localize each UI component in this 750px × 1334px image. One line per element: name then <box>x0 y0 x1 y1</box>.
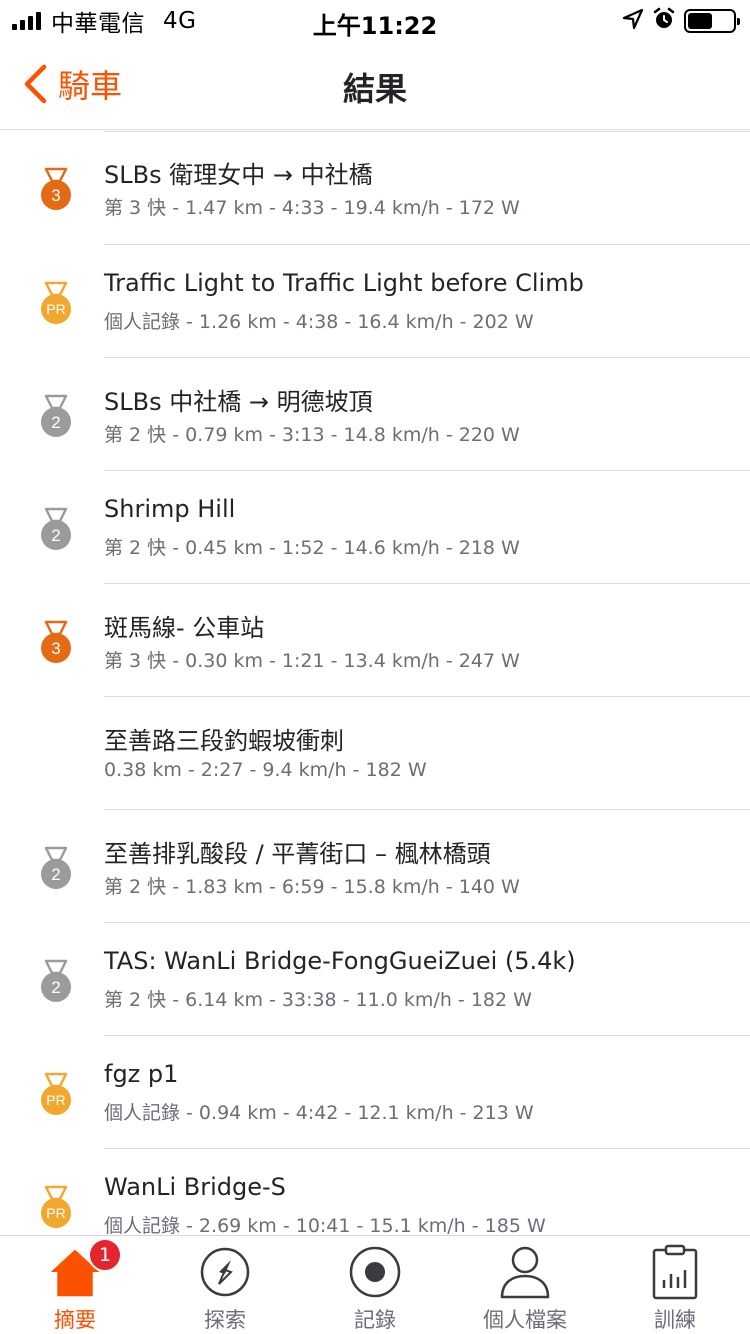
segment-row[interactable]: 2 至善排乳酸段 / 平菁街口 – 楓林橋頭第 2 快 - 1.83 km - 6… <box>0 810 750 923</box>
tab-label: 探索 <box>204 1308 246 1332</box>
segment-stats: 第 2 快 - 0.79 km - 3:13 - 14.8 km/h - 220… <box>104 424 520 446</box>
tab-label: 個人檔案 <box>483 1308 567 1332</box>
gold-medal-icon: PR <box>38 281 74 325</box>
svg-text:2: 2 <box>51 865 60 884</box>
segment-title: 斑馬線- 公車站 <box>104 614 265 642</box>
segment-stats: 第 2 快 - 1.83 km - 6:59 - 15.8 km/h - 140… <box>104 876 520 898</box>
segment-stats: 第 3 快 - 0.30 km - 1:21 - 13.4 km/h - 247… <box>104 650 520 672</box>
silver-medal-icon: 2 <box>38 846 74 890</box>
svg-text:3: 3 <box>51 639 60 658</box>
segment-stats: 第 2 快 - 0.45 km - 1:52 - 14.6 km/h - 218… <box>104 537 520 559</box>
training-icon <box>647 1244 703 1300</box>
segment-stats: 個人記錄 - 2.69 km - 10:41 - 15.1 km/h - 185… <box>104 1215 546 1235</box>
profile-icon <box>497 1244 553 1300</box>
segment-stats: 第 3 快 - 1.47 km - 4:33 - 19.4 km/h - 172… <box>104 197 520 219</box>
tab-profile[interactable]: 個人檔案 <box>450 1236 600 1334</box>
segment-title: SLBs 衛理女中 → 中社橋 <box>104 161 373 189</box>
divider <box>104 131 750 132</box>
gold-medal-icon: PR <box>38 1072 74 1116</box>
svg-text:PR: PR <box>46 301 65 317</box>
segment-stats: 個人記錄 - 0.94 km - 4:42 - 12.1 km/h - 213 … <box>104 1102 534 1124</box>
gold-medal-icon: PR <box>38 1185 74 1229</box>
notification-badge: 1 <box>88 1238 122 1272</box>
segment-title: fgz p1 <box>104 1060 179 1088</box>
segment-stats: 個人記錄 - 1.26 km - 4:38 - 16.4 km/h - 202 … <box>104 311 534 333</box>
segment-title: Shrimp Hill <box>104 495 236 523</box>
tab-bar: 1 摘要 探索 記錄 個人檔案 訓練 <box>0 1235 750 1334</box>
page-title: 結果 <box>342 70 407 108</box>
tab-label: 記錄 <box>354 1308 396 1332</box>
segment-row[interactable]: 2 TAS: WanLi Bridge-FongGueiZuei (5.4k) 第 … <box>0 923 750 1036</box>
svg-text:2: 2 <box>51 978 60 997</box>
silver-medal-icon: 2 <box>38 507 74 551</box>
segment-title: 至善路三段釣蝦坡衝刺 <box>104 727 344 755</box>
segment-results-list: 3 SLBs 衛理女中 → 中社橋第 3 快 - 1.47 km - 4:33 -… <box>0 131 750 1235</box>
tab-label: 摘要 <box>54 1308 96 1332</box>
segment-row[interactable]: 至善路三段釣蝦坡衝刺 0.38 km - 2:27 - 9.4 km/h - 18… <box>0 697 750 810</box>
silver-medal-icon: 2 <box>38 394 74 438</box>
segment-title: TAS: WanLi Bridge-FongGueiZuei (5.4k) <box>104 947 576 975</box>
segment-row[interactable]: PR Traffic Light to Traffic Light before … <box>0 245 750 358</box>
svg-text:PR: PR <box>46 1205 65 1221</box>
silver-medal-icon: 2 <box>38 959 74 1003</box>
status-bar: 中華電信 4G 上午11:22 <box>0 0 750 42</box>
segment-row[interactable]: PR WanLi Bridge-S 個人記錄 - 2.69 km - 10:41 -… <box>0 1149 750 1235</box>
battery-icon <box>684 9 740 33</box>
nav-bar: 騎車 結果 <box>0 42 750 130</box>
tab-record[interactable]: 記錄 <box>300 1236 450 1334</box>
bronze-medal-icon: 3 <box>38 167 74 211</box>
tab-summary[interactable]: 1 摘要 <box>0 1236 150 1334</box>
svg-text:2: 2 <box>51 413 60 432</box>
compass-icon <box>197 1244 253 1300</box>
segment-row[interactable]: 2 SLBs 中社橋 → 明德坡頂第 2 快 - 0.79 km - 3:13 -… <box>0 358 750 471</box>
segment-row[interactable]: 2 Shrimp Hill 第 2 快 - 0.45 km - 1:52 - 14.… <box>0 471 750 584</box>
segment-title: WanLi Bridge-S <box>104 1173 286 1201</box>
bronze-medal-icon: 3 <box>38 620 74 664</box>
segment-stats: 0.38 km - 2:27 - 9.4 km/h - 182 W <box>104 759 427 781</box>
svg-text:3: 3 <box>51 186 60 205</box>
location-arrow-icon <box>622 8 644 34</box>
tab-training[interactable]: 訓練 <box>600 1236 750 1334</box>
segment-row[interactable]: 3 斑馬線- 公車站第 3 快 - 0.30 km - 1:21 - 13.4 k… <box>0 584 750 697</box>
segment-row[interactable]: 3 SLBs 衛理女中 → 中社橋第 3 快 - 1.47 km - 4:33 -… <box>0 131 750 245</box>
segment-stats: 第 2 快 - 6.14 km - 33:38 - 11.0 km/h - 18… <box>104 989 532 1011</box>
segment-row[interactable]: PR fgz p1 個人記錄 - 0.94 km - 4:42 - 12.1 km/… <box>0 1036 750 1149</box>
tab-label: 訓練 <box>654 1308 696 1332</box>
segment-title: Traffic Light to Traffic Light before Cl… <box>104 269 584 297</box>
segment-title: 至善排乳酸段 / 平菁街口 – 楓林橋頭 <box>104 840 491 868</box>
alarm-icon <box>652 7 676 35</box>
segment-title: SLBs 中社橋 → 明德坡頂 <box>104 388 373 416</box>
record-icon <box>347 1244 403 1300</box>
svg-text:2: 2 <box>51 526 60 545</box>
tab-explore[interactable]: 探索 <box>150 1236 300 1334</box>
svg-text:PR: PR <box>46 1092 65 1108</box>
